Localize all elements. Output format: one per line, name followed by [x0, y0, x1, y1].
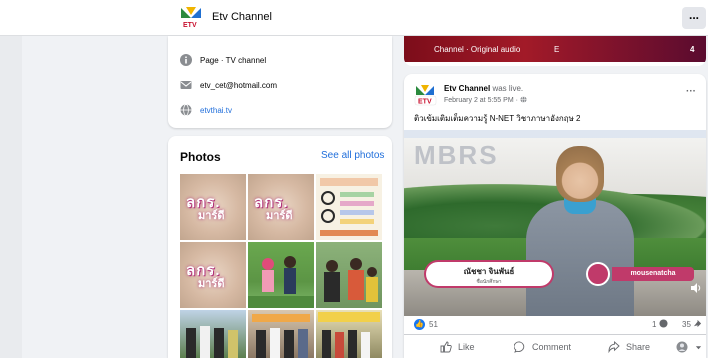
post-date[interactable]: February 2 at 5:55 PM · — [444, 97, 520, 104]
photos-title: Photos — [180, 150, 221, 164]
post-stats: 👍 51 1 35 — [404, 316, 706, 332]
presenter-name: ณัชชา จินพันธ์ — [463, 267, 515, 276]
comment-button[interactable]: Comment — [514, 341, 571, 353]
event-photo-image — [318, 312, 380, 358]
post-caption: ติวเข้มเติมเต็มความรู้ N-NET วิชาภาษาอัง… — [414, 114, 581, 123]
share-arrow-icon — [694, 319, 702, 328]
mail-icon — [180, 81, 192, 89]
photo-thumb-3[interactable] — [316, 174, 382, 240]
volume-icon[interactable] — [690, 282, 702, 294]
event-photo-image — [248, 256, 314, 308]
like-button[interactable]: Like — [440, 341, 475, 353]
presenter-head — [556, 146, 604, 202]
share-button[interactable]: Share — [608, 341, 650, 353]
instagram-icon — [586, 262, 610, 286]
share-count-value: 35 — [682, 320, 691, 329]
previous-post: Channel · Original audio E 4 — [404, 36, 706, 66]
globe-icon — [520, 96, 527, 103]
intro-page-type: Page · TV channel — [180, 52, 266, 68]
info-icon — [180, 54, 192, 66]
see-all-photos-link[interactable]: See all photos — [321, 150, 384, 161]
reel-count: 4 — [690, 45, 695, 54]
photo-thumb-7[interactable] — [180, 310, 246, 358]
thumb-up-icon — [440, 341, 452, 353]
presenter-name-card: ณัชชา จินพันธ์ ชื่อนักศึกษา — [426, 262, 552, 286]
photo-thumb-2[interactable]: ลกร. มาร์ดี — [248, 174, 314, 240]
comment-icon — [514, 341, 525, 353]
share-label: Share — [626, 342, 651, 352]
photo-thumb-4[interactable]: ลกร. มาร์ดี — [180, 242, 246, 308]
photo-thumb-9[interactable] — [316, 310, 382, 358]
post-menu-button[interactable]: ··· — [686, 86, 696, 97]
page-header: ETV Etv Channel ... — [0, 0, 708, 36]
event-photo-image — [252, 314, 310, 358]
instagram-handle: mousenatcha — [612, 267, 694, 281]
photo-thumb-1[interactable]: ลกร. มาร์ดี — [180, 174, 246, 240]
intro-website: etvthai.tv — [180, 102, 232, 118]
photo-thumb-5[interactable] — [248, 242, 314, 308]
etv-logo-icon[interactable]: ETV — [178, 6, 204, 30]
post-status: was live. — [490, 84, 524, 93]
svg-text:ETV: ETV — [183, 22, 197, 29]
presenter-subtitle: ชื่อนักศึกษา — [476, 279, 502, 285]
intro-website-link[interactable]: etvthai.tv — [200, 106, 232, 115]
reaction-count-value: 51 — [429, 320, 438, 329]
post-actions: Like Comment Share — [404, 334, 706, 358]
event-photo-image — [324, 258, 378, 302]
globe-icon — [180, 104, 192, 116]
photo-thumb-8[interactable] — [248, 310, 314, 358]
left-pane — [0, 36, 22, 358]
comment-bubble-icon — [659, 319, 668, 328]
reaction-count[interactable]: 👍 51 — [414, 319, 438, 330]
post-date-line: February 2 at 5:55 PM · — [444, 96, 527, 104]
page-title[interactable]: Etv Channel — [212, 11, 272, 23]
video-sign-text: MBRS — [414, 140, 499, 170]
more-button[interactable]: ... — [682, 7, 706, 29]
post-author-line: Etv Channel was live. — [444, 84, 523, 93]
intro-email: etv_cet@hotmail.com — [180, 77, 277, 93]
photos-card: Photos See all photos ลกร. มาร์ดี ลกร. ม… — [168, 136, 392, 358]
svg-text:ETV: ETV — [418, 99, 432, 106]
comment-label: Comment — [532, 342, 572, 352]
audience-selector[interactable] — [676, 341, 708, 353]
photo-caption-2: มาร์ดี — [198, 278, 225, 290]
intro-card: Page · TV channel etv_cet@hotmail.com et… — [168, 36, 392, 128]
live-video[interactable]: MBRS ณัชชา จินพันธ์ ชื่อนักศึกษา mousena… — [404, 130, 706, 316]
presenter-body — [526, 200, 634, 316]
reel-letter: E — [554, 45, 560, 54]
share-icon — [608, 341, 620, 353]
post-author[interactable]: Etv Channel — [444, 84, 490, 93]
comment-count[interactable]: 1 — [652, 319, 668, 329]
photo-caption-2: มาร์ดี — [266, 210, 293, 222]
photo-caption-2: มาร์ดี — [198, 210, 225, 222]
profile-avatar-icon — [676, 341, 688, 353]
page-avatar[interactable]: ETV — [414, 84, 438, 108]
intro-email-label: etv_cet@hotmail.com — [200, 80, 278, 90]
photo-thumb-6[interactable] — [316, 242, 382, 308]
like-label: Like — [458, 342, 475, 352]
chevron-down-icon — [695, 345, 702, 349]
instagram-tag: mousenatcha — [586, 262, 694, 286]
live-post: ETV Etv Channel was live. February 2 at … — [404, 74, 706, 358]
infographic-image — [320, 178, 378, 236]
reel-audio-text: Channel · Original audio — [434, 45, 521, 54]
share-count[interactable]: 35 — [682, 319, 702, 329]
like-reaction-icon: 👍 — [414, 319, 425, 330]
comment-count-value: 1 — [652, 320, 657, 329]
intro-page-type-label: Page · TV channel — [200, 55, 267, 65]
event-photo-image — [186, 326, 238, 358]
